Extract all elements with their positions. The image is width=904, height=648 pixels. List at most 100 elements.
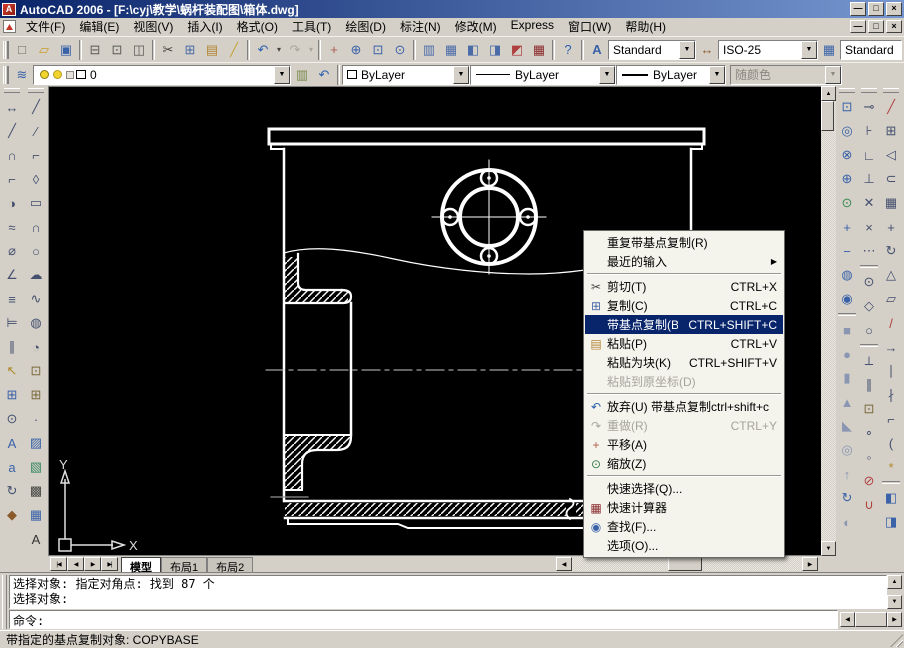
context-menu-item-paste[interactable]: ▤粘贴(P)CTRL+V	[585, 334, 783, 353]
undo-icon[interactable]: ↶	[252, 40, 274, 60]
move-icon[interactable]: +	[881, 215, 902, 239]
context-menu-item-zoom[interactable]: ⊙缩放(Z)	[585, 454, 783, 473]
erase-icon[interactable]: ╱	[881, 95, 902, 119]
first-layout-button[interactable]: |◀	[50, 557, 67, 571]
redo-dropdown-icon[interactable]: ▾	[306, 40, 316, 60]
scroll-right-icon[interactable]: ▶	[887, 612, 902, 627]
scroll-left-icon[interactable]: ◀	[840, 612, 855, 627]
vertical-scroll-thumb[interactable]	[821, 101, 834, 131]
snap-extension-icon[interactable]: ⋯	[859, 239, 880, 263]
qnew-icon[interactable]: □	[11, 40, 33, 60]
snap-from-icon[interactable]: ⊦	[859, 119, 880, 143]
last-layout-button[interactable]: ▶|	[101, 557, 118, 571]
toolbar-grip[interactable]	[883, 88, 899, 93]
dropdown-arrow-icon[interactable]: ▼	[274, 66, 290, 84]
undo-dropdown-icon[interactable]: ▾	[274, 40, 284, 60]
insert-block-icon[interactable]: ⊡	[25, 359, 47, 383]
sheet-set-manager-icon[interactable]: ◨	[484, 40, 506, 60]
context-menu-item-undo[interactable]: ↶放弃(U) 带基点复制ctrl+shift+c	[585, 397, 783, 416]
plot-preview-icon[interactable]: ⊡	[106, 40, 128, 60]
bring-to-front-icon[interactable]: ◧	[881, 486, 902, 510]
canvas-vertical-scrollbar[interactable]: ▲ ▼	[821, 86, 836, 556]
send-to-back-icon[interactable]: ◨	[881, 510, 902, 534]
prev-layout-button[interactable]: ◀	[67, 557, 84, 571]
layer-previous-icon[interactable]: ↶	[313, 65, 335, 85]
scale-icon[interactable]: △	[881, 263, 902, 287]
toolbar-grip[interactable]	[3, 66, 8, 84]
layer-freeze-icon[interactable]	[53, 70, 62, 79]
dim-text-edit-icon[interactable]: a	[1, 455, 23, 479]
dim-baseline-icon[interactable]: ⊨	[1, 311, 23, 335]
context-menu-item-quick-calc[interactable]: ▦快速计算器	[585, 498, 783, 517]
doc-close-button[interactable]: ×	[886, 20, 902, 33]
scroll-down-icon[interactable]: ▼	[821, 541, 836, 556]
quick-calc-icon[interactable]: ▦	[528, 40, 550, 60]
multiline-text-icon[interactable]: A	[25, 527, 47, 551]
construction-line-icon[interactable]: ∕	[25, 119, 47, 143]
context-menu-item-repeat-copy-with-base-point[interactable]: 重复带基点复制(R)	[585, 233, 783, 252]
polygon-icon[interactable]: ◊	[25, 167, 47, 191]
offset-icon[interactable]: ⊂	[881, 167, 902, 191]
toolbar-grip[interactable]	[28, 88, 44, 93]
doc-minimize-button[interactable]: —	[850, 20, 866, 33]
scroll-down-icon[interactable]: ▼	[887, 595, 902, 609]
solid-torus-icon[interactable]: ◎	[837, 438, 858, 462]
mirror-icon[interactable]: ◁	[881, 143, 902, 167]
layer-lock-icon[interactable]	[66, 71, 74, 79]
dim-style-icon[interactable]: ◆	[1, 503, 23, 527]
dropdown-arrow-icon[interactable]: ▼	[709, 66, 725, 84]
publish-icon[interactable]: ◫	[128, 40, 150, 60]
command-window-grip[interactable]	[2, 575, 7, 629]
canvas-horizontal-scrollbar[interactable]: ◀ ▶	[556, 557, 818, 571]
dim-radius-icon[interactable]: ◑	[1, 191, 23, 215]
toolbar-grip[interactable]	[861, 88, 877, 93]
cut-icon[interactable]: ✂	[157, 40, 179, 60]
redo-icon[interactable]: ↷	[284, 40, 306, 60]
gradient-icon[interactable]: ▧	[25, 455, 47, 479]
copy-object-icon[interactable]: ⊞	[881, 119, 902, 143]
snap-nearest-icon[interactable]: ◦	[859, 445, 880, 469]
ellipse-arc-icon[interactable]: ◔	[25, 335, 47, 359]
snap-perpendicular-icon[interactable]: ⟂	[859, 349, 880, 373]
snap-quadrant-icon[interactable]: ◇	[859, 294, 880, 318]
menu-绘图D[interactable]: 绘图(D)	[338, 17, 393, 37]
context-menu-item-paste-to-original-coords[interactable]: 粘贴到原坐标(D)	[585, 372, 783, 391]
dim-update-icon[interactable]: ↻	[1, 479, 23, 503]
break-at-point-icon[interactable]: ∣	[881, 359, 902, 383]
color-combo[interactable]: ByLayer ▼	[342, 65, 470, 85]
dim-aligned-icon[interactable]: ╱	[1, 119, 23, 143]
zoom-realtime-icon[interactable]: ⊕	[345, 40, 367, 60]
point-icon[interactable]: ·	[25, 407, 47, 431]
table-icon[interactable]: ▦	[25, 503, 47, 527]
snap-parallel-icon[interactable]: ∥	[859, 373, 880, 397]
zoom-object-icon[interactable]: ⊙	[837, 191, 858, 215]
tab-模型[interactable]: 模型	[121, 557, 161, 572]
solid-cone-icon[interactable]: ▲	[837, 390, 858, 414]
dropdown-arrow-icon[interactable]: ▼	[801, 41, 817, 59]
menu-帮助H[interactable]: 帮助(H)	[618, 17, 673, 37]
menu-Express[interactable]: Express	[504, 17, 561, 37]
help-icon[interactable]: ?	[557, 40, 579, 60]
dim-continue-icon[interactable]: ∥	[1, 335, 23, 359]
properties-icon[interactable]: ▥	[418, 40, 440, 60]
toolbar-grip[interactable]	[3, 41, 8, 59]
dim-ordinate-icon[interactable]: ⌐	[1, 167, 23, 191]
context-menu-item-paste-as-block[interactable]: 粘贴为块(K)CTRL+SHIFT+V	[585, 353, 783, 372]
snap-insert-icon[interactable]: ⊡	[859, 397, 880, 421]
copy-icon[interactable]: ⊞	[179, 40, 201, 60]
context-menu-item-pan[interactable]: +平移(A)	[585, 435, 783, 454]
scroll-left-icon[interactable]: ◀	[556, 557, 572, 571]
region-icon[interactable]: ▩	[25, 479, 47, 503]
snap-tangent-icon[interactable]: ○	[859, 318, 880, 342]
zoom-previous-icon[interactable]: ⊙	[389, 40, 411, 60]
layer-properties-manager-icon[interactable]: ≋	[11, 65, 33, 85]
dim-angular-icon[interactable]: ∠	[1, 263, 23, 287]
solid-sphere-icon[interactable]: ●	[837, 342, 858, 366]
menu-编辑E[interactable]: 编辑(E)	[72, 17, 126, 37]
snap-apparent-intersection-icon[interactable]: ×	[859, 215, 880, 239]
circle-icon[interactable]: ○	[25, 239, 47, 263]
command-input[interactable]: 命令:	[9, 610, 838, 629]
dim-linear-icon[interactable]: ↔	[1, 95, 23, 119]
markup-set-manager-icon[interactable]: ◩	[506, 40, 528, 60]
save-icon[interactable]: ▣	[55, 40, 77, 60]
